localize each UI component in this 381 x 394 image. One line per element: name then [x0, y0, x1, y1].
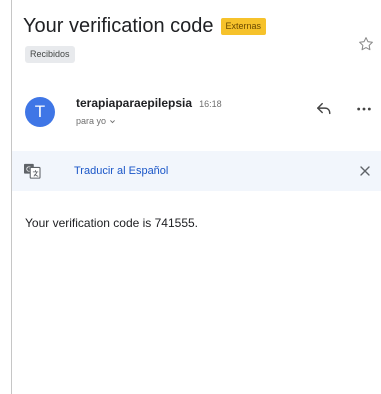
star-icon[interactable] — [357, 35, 375, 53]
sent-time: 16:18 — [199, 99, 222, 109]
recipient-details-toggle[interactable]: para yo — [76, 116, 116, 126]
translate-link[interactable]: Traducir al Español — [74, 165, 168, 177]
subject-row: Your verification code Externas — [23, 10, 373, 42]
label-chip-inbox[interactable]: Recibidos — [25, 46, 75, 63]
sender-name[interactable]: terapiaparaepilepsia — [76, 96, 192, 110]
close-icon[interactable] — [359, 165, 371, 177]
more-horizontal-icon[interactable] — [355, 101, 373, 117]
recipient-label: para yo — [76, 116, 107, 126]
sender-avatar[interactable]: T — [25, 97, 55, 127]
translate-bar — [12, 151, 381, 191]
email-body: Your verification code is 741555. — [25, 216, 199, 230]
email-view: Your verification code Externas Recibido… — [0, 0, 381, 394]
translate-icon: G — [24, 163, 41, 179]
sender-line: terapiaparaepilepsia 16:18 — [76, 96, 222, 110]
left-divider — [11, 0, 12, 394]
email-subject: Your verification code — [23, 14, 214, 37]
chevron-down-icon — [110, 119, 115, 123]
reply-icon[interactable] — [315, 101, 333, 117]
external-badge: Externas — [220, 17, 267, 35]
